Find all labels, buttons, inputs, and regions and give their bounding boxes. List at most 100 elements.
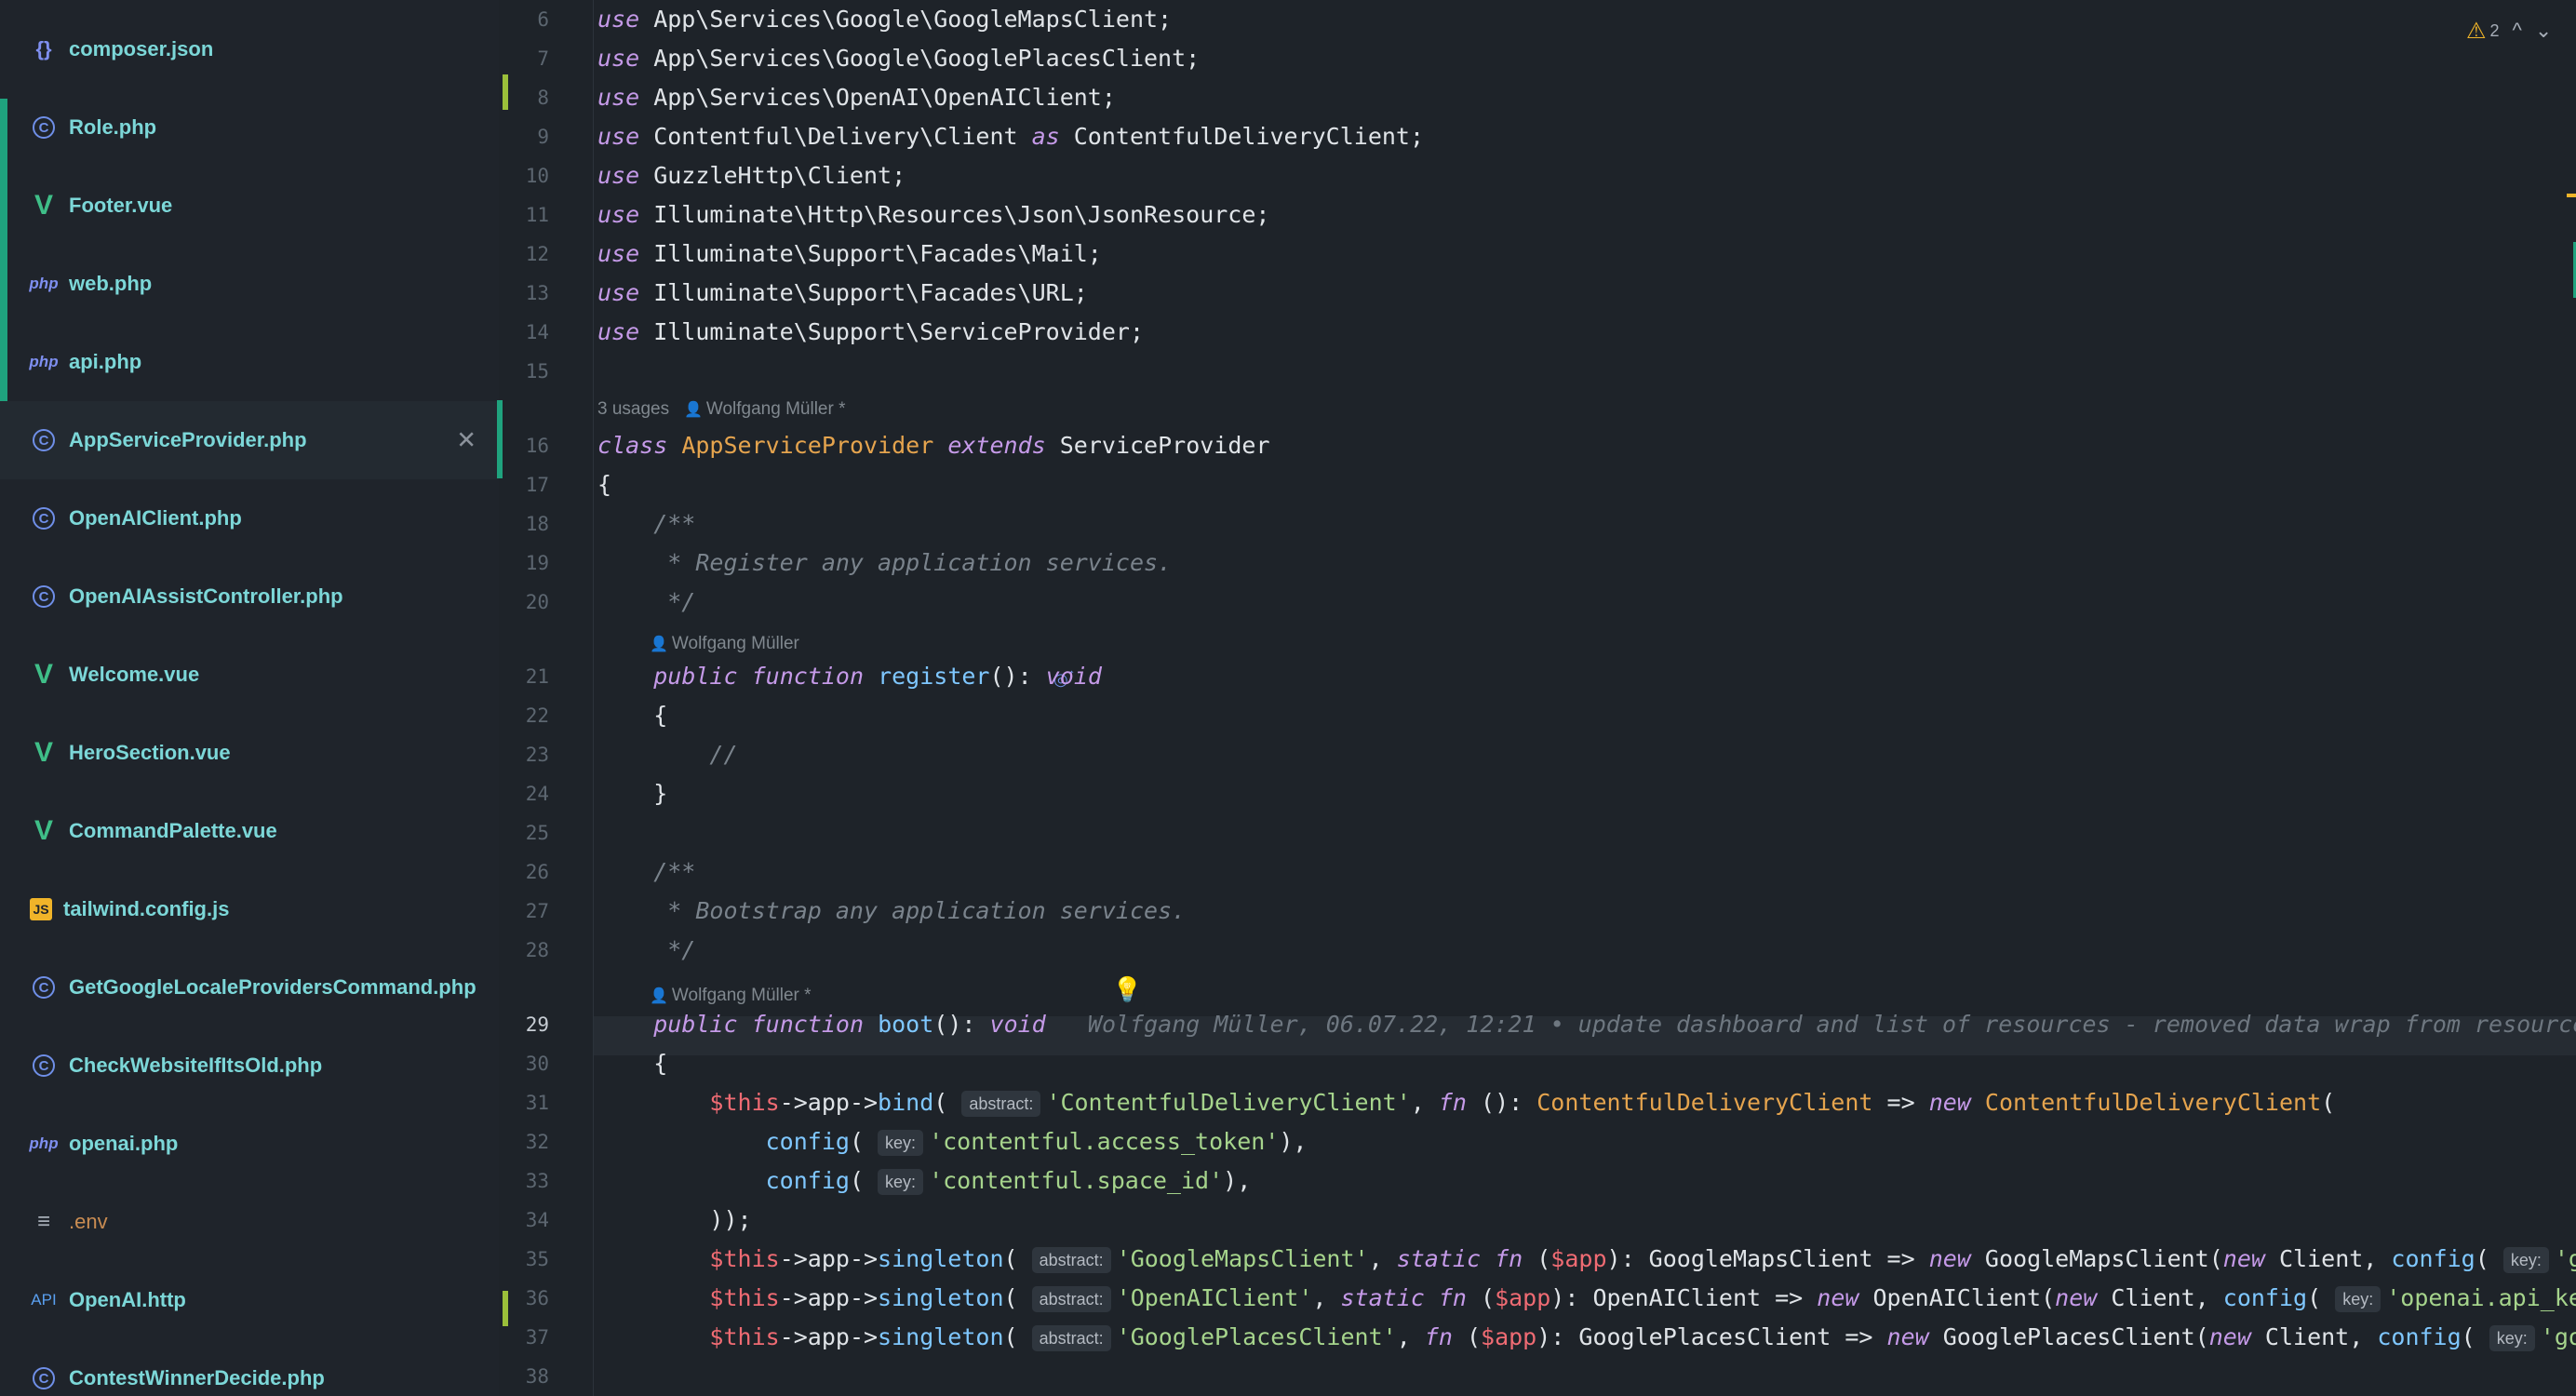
code-line[interactable]: {	[597, 696, 667, 735]
code-line[interactable]: $this->app->bind( abstract: 'ContentfulDe…	[597, 1083, 2335, 1122]
line-number: 22	[525, 705, 549, 727]
line-number: 27	[525, 900, 549, 922]
text-lines-icon: ≡	[36, 1209, 50, 1234]
inspection-widget[interactable]: ⚠ 2 ^ ⌄	[2466, 17, 2552, 45]
file-name: Role.php	[69, 115, 157, 139]
line-number: 7	[537, 47, 549, 70]
file-item[interactable]: C OpenAIClient.php	[0, 479, 499, 557]
code-line[interactable]: $this->app->singleton( abstract: 'OpenAIC…	[597, 1279, 2576, 1318]
code-line[interactable]: {	[597, 1044, 667, 1083]
file-name: openai.php	[69, 1132, 179, 1155]
file-item[interactable]: C Role.php	[0, 88, 499, 167]
code-line[interactable]: use Illuminate\Support\Facades\Mail;	[597, 235, 1102, 274]
line-number: 16	[525, 435, 549, 457]
chevron-down-icon[interactable]: ⌄	[2535, 19, 2552, 43]
file-item[interactable]: {} composer.json	[0, 10, 499, 88]
code-line[interactable]: config( key:'contentful.space_id'),	[597, 1161, 1251, 1201]
code-line[interactable]: use GuzzleHttp\Client;	[597, 156, 906, 195]
file-item[interactable]: V Welcome.vue	[0, 636, 499, 714]
file-item[interactable]: JS tailwind.config.js	[0, 870, 499, 948]
php-icon: php	[29, 353, 59, 370]
file-item[interactable]: C CheckWebsiteIfItsOld.php	[0, 1027, 499, 1105]
parameter-hint: key:	[2502, 1247, 2549, 1273]
vue-icon: V	[34, 737, 53, 768]
line-number: 15	[525, 360, 549, 383]
code-line[interactable]: use Illuminate\Http\Resources\Json\JsonR…	[597, 195, 1269, 235]
code-line[interactable]: * Register any application services.	[597, 544, 1172, 583]
line-number: 21	[525, 665, 549, 688]
file-item[interactable]: C OpenAIAssistController.php	[0, 557, 499, 636]
person-icon: 👤	[683, 402, 703, 418]
line-number: 38	[525, 1365, 549, 1388]
parameter-hint: key:	[878, 1169, 924, 1195]
vue-icon: V	[34, 815, 53, 846]
code-line[interactable]: */	[597, 931, 695, 970]
line-number: 34	[525, 1209, 549, 1231]
class-c-icon: C	[30, 504, 58, 532]
warning-count: 2	[2489, 20, 2500, 40]
code-line[interactable]: /**	[597, 852, 695, 892]
scrollbar-warning-marker[interactable]	[2567, 194, 2576, 197]
file-item[interactable]: php openai.php	[0, 1105, 499, 1183]
line-number: 13	[525, 282, 549, 304]
code-line[interactable]: /**	[597, 504, 695, 544]
file-name: ContestWinnerDecide.php	[69, 1366, 325, 1389]
vue-icon: V	[34, 190, 53, 221]
chevron-up-icon[interactable]: ^	[2513, 19, 2522, 43]
line-number-gutter: 6 7 8 9 10 11 12 13 14 15 16 17 18 19 20 21 22 23 24 25 26 27…	[503, 0, 1142, 1396]
line-number: 31	[525, 1092, 549, 1114]
class-c-icon: C	[30, 1364, 58, 1392]
file-item[interactable]: V Footer.vue	[0, 167, 499, 245]
file-item[interactable]: php web.php	[0, 245, 499, 323]
file-name: OpenAIClient.php	[69, 506, 242, 530]
file-item[interactable]: C ContestWinnerDecide.php	[0, 1339, 499, 1396]
file-item[interactable]: V HeroSection.vue	[0, 714, 499, 792]
code-line[interactable]: $this->app->singleton( abstract: 'GoogleP…	[597, 1318, 2576, 1357]
line-number: 30	[525, 1053, 549, 1075]
file-item[interactable]: V CommandPalette.vue	[0, 792, 499, 870]
file-item[interactable]: php api.php	[0, 323, 499, 401]
file-item[interactable]: C AppServiceProvider.php ✕	[0, 401, 499, 479]
code-editor[interactable]: use App\Services\Google\GoogleMapsClient…	[594, 0, 2576, 1396]
code-line[interactable]: use App\Services\OpenAI\OpenAIClient;	[597, 78, 1116, 117]
code-line[interactable]: $this->app->singleton( abstract: 'GoogleM…	[597, 1240, 2576, 1279]
code-line[interactable]: config( key:'contentful.access_token'),	[597, 1122, 1307, 1161]
code-line[interactable]: */	[597, 583, 695, 622]
code-line[interactable]: ));	[597, 1201, 751, 1240]
class-usages-inlay[interactable]: 3 usages 👤 Wolfgang Müller *	[597, 396, 846, 423]
code-line[interactable]: public function register(): void	[597, 657, 1102, 696]
boot-author-inlay[interactable]: 👤 Wolfgang Müller *	[650, 982, 812, 1010]
parameter-hint: abstract:	[1031, 1286, 1111, 1312]
file-item[interactable]: ≡ .env	[0, 1183, 499, 1261]
code-line[interactable]: use App\Services\Google\GoogleMapsClient…	[597, 0, 1172, 39]
code-line[interactable]: use Illuminate\Support\ServiceProvider;	[597, 313, 1144, 352]
close-icon[interactable]: ✕	[456, 426, 476, 455]
code-line[interactable]: use App\Services\Google\GooglePlacesClie…	[597, 39, 1200, 78]
person-icon: 👤	[650, 637, 668, 652]
register-author-inlay[interactable]: 👤 Wolfgang Müller	[650, 630, 799, 658]
code-line[interactable]: public function boot(): void Wolfgang Mü…	[597, 1005, 2576, 1044]
usages-count[interactable]: 3 usages	[597, 399, 669, 419]
line-number: 11	[525, 204, 549, 226]
git-blame-annotation[interactable]: Wolfgang Müller, 06.07.22, 12:21 • updat…	[1088, 1011, 2576, 1038]
file-name: HeroSection.vue	[69, 741, 231, 764]
parameter-hint: key:	[878, 1130, 924, 1156]
code-line[interactable]: use Contentful\Delivery\Client as Conten…	[597, 117, 1424, 156]
line-number: 24	[525, 783, 549, 805]
code-line[interactable]: class AppServiceProvider extends Service…	[597, 426, 1270, 465]
code-line[interactable]: use Illuminate\Support\Facades\URL;	[597, 274, 1088, 313]
file-name: tailwind.config.js	[63, 897, 230, 920]
api-icon: API	[31, 1291, 57, 1309]
code-line[interactable]: {	[597, 465, 611, 504]
code-line[interactable]: }	[597, 774, 667, 813]
file-item[interactable]: API OpenAI.http	[0, 1261, 499, 1339]
file-name: OpenAI.http	[69, 1288, 186, 1311]
file-item[interactable]: C GetGoogleLocaleProvidersCommand.php	[0, 948, 499, 1027]
code-line[interactable]: //	[597, 735, 737, 774]
file-name: Footer.vue	[69, 194, 173, 217]
line-number: 18	[525, 513, 549, 535]
line-number: 14	[525, 321, 549, 343]
class-c-icon: C	[30, 426, 58, 454]
vue-icon: V	[34, 659, 53, 690]
code-line[interactable]: * Bootstrap any application services.	[597, 892, 1186, 931]
